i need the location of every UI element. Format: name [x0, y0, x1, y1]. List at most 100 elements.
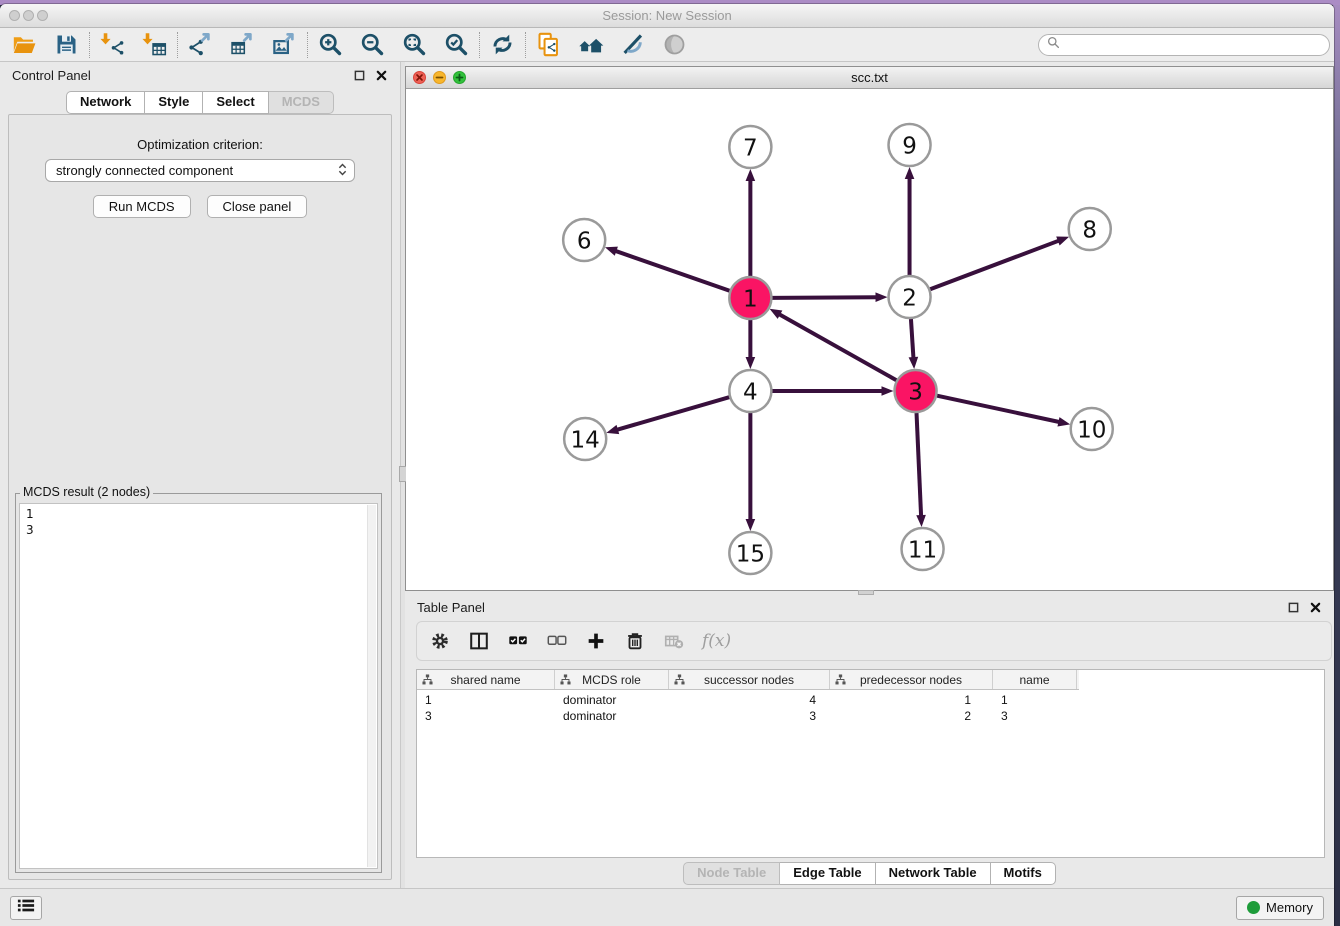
network-maximize-button[interactable]	[453, 71, 466, 84]
table-cell: 1	[417, 692, 555, 708]
column-header-predecessor-nodes[interactable]: predecessor nodes	[830, 670, 993, 689]
table-cell: 1	[830, 692, 993, 708]
panel-divider[interactable]	[400, 62, 405, 888]
zoom-fit-icon[interactable]	[401, 31, 428, 58]
select-all-icon[interactable]	[507, 629, 529, 653]
home-icon[interactable]	[577, 31, 604, 58]
graph-edge-3-10	[937, 396, 1060, 423]
minimize-window-button[interactable]	[23, 10, 34, 21]
graph-node-3[interactable]: 3	[895, 370, 937, 412]
tab-style[interactable]: Style	[145, 91, 203, 114]
table-cell: 3	[669, 708, 830, 724]
graph-arrowhead	[909, 357, 919, 369]
dropdown-stepper-icon	[338, 162, 347, 180]
export-network-icon[interactable]	[187, 31, 214, 58]
graph-node-2[interactable]: 2	[889, 276, 931, 318]
import-table-icon[interactable]	[141, 31, 168, 58]
memory-status-icon	[1247, 901, 1260, 914]
save-session-icon[interactable]	[53, 31, 80, 58]
apply-function-icon[interactable]: f(x)	[702, 629, 731, 653]
close-panel-icon[interactable]	[375, 69, 388, 82]
result-scrollbar[interactable]	[367, 505, 376, 867]
settings-icon[interactable]	[429, 629, 451, 653]
graph-arrowhead	[746, 169, 756, 181]
deselect-all-icon[interactable]	[546, 629, 568, 653]
horizontal-divider-grip[interactable]	[858, 590, 874, 595]
table-cell: 4	[669, 692, 830, 708]
network-close-button[interactable]	[413, 71, 426, 84]
delete-row-icon[interactable]	[624, 629, 646, 653]
network-canvas[interactable]: 7 9 6 8 1 2 4 3 14 10 15 11	[406, 89, 1333, 590]
network-window-titlebar[interactable]: scc.txt	[406, 67, 1333, 89]
horizontal-divider[interactable]	[405, 591, 1334, 595]
tab-network[interactable]: Network	[66, 91, 145, 114]
graph-node-4[interactable]: 4	[729, 370, 771, 412]
graph-edge-2-3	[911, 319, 914, 359]
memory-label: Memory	[1266, 900, 1313, 915]
table-row[interactable]: 1dominator411	[417, 692, 1324, 708]
graph-node-9[interactable]: 9	[889, 124, 931, 166]
mcds-result-text: 1 3	[20, 504, 377, 540]
mcds-result-title: MCDS result (2 nodes)	[20, 485, 153, 499]
export-table-icon[interactable]	[229, 31, 256, 58]
zoom-window-button[interactable]	[37, 10, 48, 21]
graph-node-1[interactable]: 1	[729, 277, 771, 319]
task-history-button[interactable]	[10, 896, 42, 920]
toolbar-group	[2, 31, 89, 58]
close-panel-button[interactable]: Close panel	[207, 195, 308, 218]
graph-node-7[interactable]: 7	[729, 126, 771, 168]
tab-node-table[interactable]: Node Table	[683, 862, 780, 885]
search-input[interactable]	[1065, 37, 1321, 52]
show-hide-graphics-icon[interactable]	[661, 31, 688, 58]
search-field[interactable]	[1038, 34, 1330, 56]
table-toolbar: f(x)	[416, 621, 1332, 661]
control-panel-tabs: NetworkStyleSelectMCDS	[0, 88, 400, 114]
graph-node-15[interactable]: 15	[729, 532, 771, 574]
columns-icon[interactable]	[468, 629, 490, 653]
table-row[interactable]: 3dominator323	[417, 708, 1324, 724]
memory-button[interactable]: Memory	[1236, 896, 1324, 920]
graph-node-10[interactable]: 10	[1071, 408, 1113, 450]
import-network-icon[interactable]	[99, 31, 126, 58]
tab-network-table[interactable]: Network Table	[876, 862, 991, 885]
graph-node-8[interactable]: 8	[1069, 208, 1111, 250]
mcds-result-textarea[interactable]: 1 3	[19, 503, 378, 869]
delete-table-icon[interactable]	[663, 629, 685, 653]
graph-arrowhead	[605, 247, 618, 256]
add-row-icon[interactable]	[585, 629, 607, 653]
graph-node-14[interactable]: 14	[564, 418, 606, 460]
zoom-in-icon[interactable]	[317, 31, 344, 58]
zoom-selected-icon[interactable]	[443, 31, 470, 58]
column-header-name[interactable]: name	[993, 670, 1077, 689]
tab-select[interactable]: Select	[203, 91, 268, 114]
column-label: predecessor nodes	[860, 673, 962, 687]
tab-edge-table[interactable]: Edge Table	[780, 862, 875, 885]
export-image-icon[interactable]	[271, 31, 298, 58]
table-cell: 1	[993, 692, 1077, 708]
column-header-successor-nodes[interactable]: successor nodes	[669, 670, 830, 689]
graph-node-11[interactable]: 11	[902, 528, 944, 570]
tab-motifs[interactable]: Motifs	[991, 862, 1056, 885]
refresh-icon[interactable]	[489, 31, 516, 58]
network-minimize-button[interactable]	[433, 71, 446, 84]
table-tabs: Node TableEdge TableNetwork TableMotifs	[405, 858, 1334, 888]
run-mcds-button[interactable]: Run MCDS	[93, 195, 191, 218]
zoom-out-icon[interactable]	[359, 31, 386, 58]
table-cell: 3	[993, 708, 1077, 724]
column-header-shared-name[interactable]: shared name	[417, 670, 555, 689]
criterion-dropdown[interactable]: strongly connected component	[45, 159, 355, 182]
duplicate-network-icon[interactable]	[535, 31, 562, 58]
graph-node-6[interactable]: 6	[563, 219, 605, 261]
paintbrush-icon[interactable]	[619, 31, 646, 58]
graph-edge-3-1	[778, 314, 896, 380]
svg-text:6: 6	[577, 228, 592, 254]
close-table-panel-icon[interactable]	[1309, 601, 1322, 614]
open-file-icon[interactable]	[11, 31, 38, 58]
float-table-panel-icon[interactable]	[1287, 601, 1300, 614]
control-panel-header: Control Panel	[0, 62, 400, 88]
tab-mcds[interactable]: MCDS	[269, 91, 334, 114]
float-panel-icon[interactable]	[353, 69, 366, 82]
graph-arrowhead	[905, 167, 915, 179]
close-window-button[interactable]	[9, 10, 20, 21]
column-header-mcds-role[interactable]: MCDS role	[555, 670, 669, 689]
